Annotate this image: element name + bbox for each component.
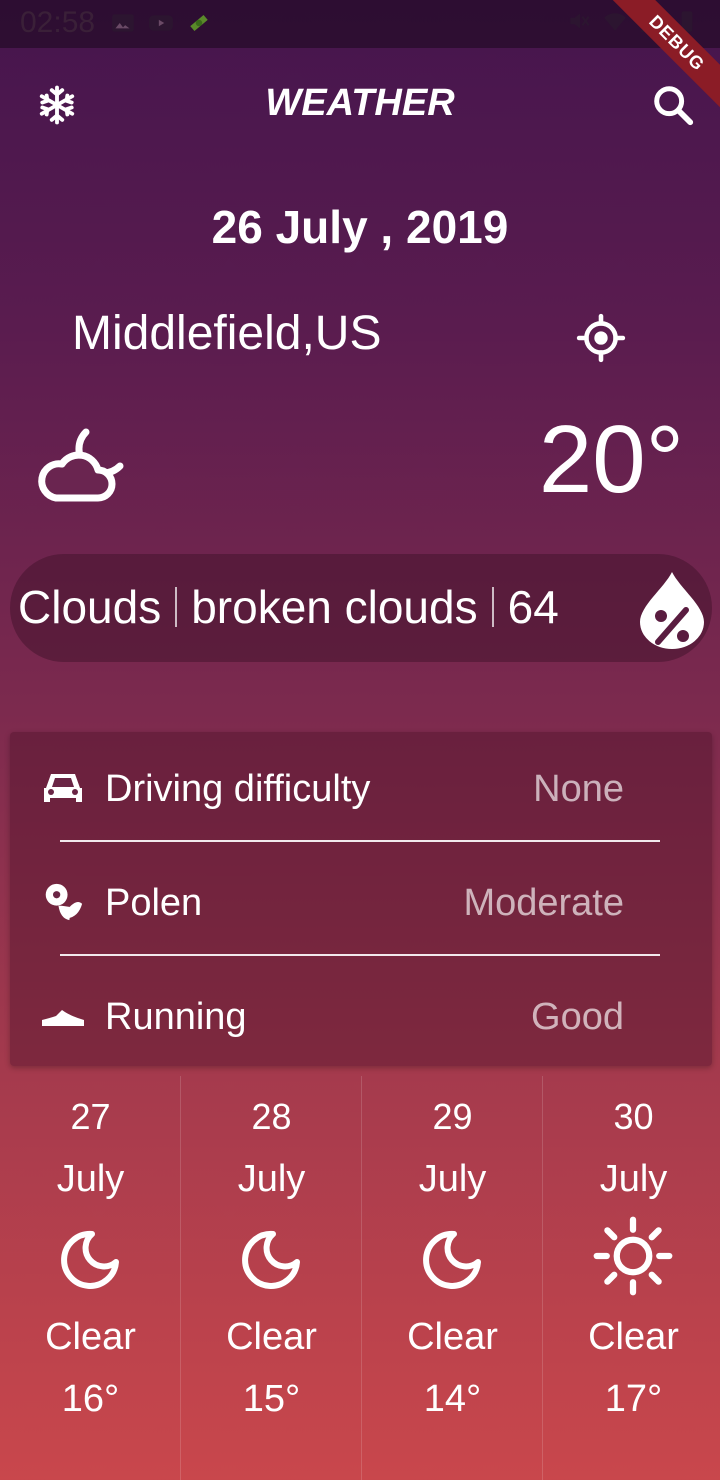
notification-icons [110,10,212,36]
forecast-condition: Clear [226,1316,317,1358]
status-time: 02:58 [20,6,96,39]
shoe-icon [42,1010,84,1026]
activity-label: Polen [105,882,203,924]
separator [491,587,494,627]
city-name: Middlefield,US [72,307,382,360]
moon-icon [423,1230,481,1289]
forecast-condition: Clear [407,1316,498,1358]
app-title: WEATHER [265,82,455,124]
activity-value: Moderate [463,882,624,924]
activity-row-driving: Driving difficulty None [10,736,712,836]
forecast-month: July [418,1158,487,1200]
divider [60,840,660,842]
forecast-condition: Clear [588,1316,679,1358]
image-icon [112,14,134,32]
forecast-day[interactable]: 30 July Clear 17° [543,1076,720,1480]
divider [60,954,660,956]
car-icon [44,774,82,802]
activity-label: Driving difficulty [105,768,371,810]
forecast-temperature: 17° [604,1378,663,1420]
moon-icon [61,1230,119,1289]
humidity-icon [640,572,704,649]
condition-main: Clouds [18,581,162,633]
condition-summary: Clouds broken clouds 64 [10,554,712,662]
separator [175,587,178,627]
satellite-icon [190,14,208,32]
forecast-strip: 27 July Clear 16° 28 July Clear 15° 29 J… [0,1076,720,1480]
moon-icon [242,1230,300,1289]
current-temperature: 20° [538,406,684,513]
forecast-date: 30 [613,1096,654,1137]
app-bar: WEATHER [0,48,720,160]
activity-value: Good [531,996,624,1038]
forecast-month: July [237,1158,306,1200]
forecast-day[interactable]: 27 July Clear 16° [0,1076,181,1480]
condition-text: Clouds broken clouds 64 [18,580,559,634]
current-date: 26 July , 2019 [211,201,509,253]
activity-label: Running [105,996,247,1038]
forecast-temperature: 15° [242,1378,301,1420]
forecast-condition: Clear [45,1316,136,1358]
activity-value: None [533,768,624,810]
my-location-icon[interactable] [576,313,626,363]
activity-row-running: Running Good [10,964,712,1064]
forecast-day[interactable]: 28 July Clear 15° [181,1076,362,1480]
forecast-date: 27 [70,1096,111,1137]
mute-icon [570,13,590,29]
youtube-icon [149,15,173,31]
humidity-value: 64 [507,581,559,633]
search-icon[interactable] [650,82,696,128]
forecast-temperature: 16° [61,1378,120,1420]
flower-icon [45,883,83,921]
forecast-month: July [56,1158,125,1200]
forecast-temperature: 14° [423,1378,482,1420]
cloud-moon-icon [38,428,124,502]
activities-card: Driving difficulty None Polen Moderate R… [10,732,712,1066]
forecast-date: 28 [251,1096,292,1137]
forecast-date: 29 [432,1096,473,1137]
sun-icon [593,1216,673,1296]
forecast-day[interactable]: 29 July Clear 14° [362,1076,543,1480]
condition-description: broken clouds [191,581,478,633]
forecast-month: July [599,1158,668,1200]
activity-row-polen: Polen Moderate [10,850,712,950]
